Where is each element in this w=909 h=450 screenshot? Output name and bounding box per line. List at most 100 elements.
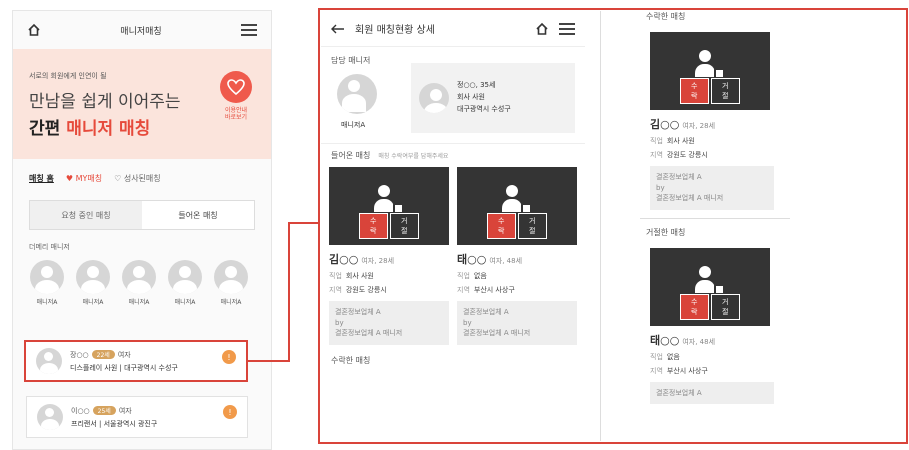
- guide-badge[interactable]: 이용안내 바로보기: [215, 71, 257, 121]
- tab-completed-label: 성사된매칭: [123, 174, 161, 183]
- back-arrow-icon[interactable]: [331, 24, 345, 34]
- manager-avatar[interactable]: 매니저A: [75, 260, 111, 306]
- segment-control: 요청 중인 매칭 들어온 매칭: [29, 200, 255, 230]
- badge-text2: 바로보기: [224, 114, 248, 122]
- loc-row: 지역 부산시 사상구: [457, 285, 577, 295]
- manager-avatar[interactable]: 매니저A: [29, 260, 65, 306]
- accept-button[interactable]: 수락: [680, 78, 709, 104]
- incoming-hint: 매칭 수락여부를 답해주세요: [378, 153, 449, 160]
- candidate-name: 김○○ 여자, 28세: [329, 251, 449, 267]
- avatar-icon: [30, 260, 64, 294]
- job-row: 직업 없음: [457, 271, 577, 281]
- home-icon[interactable]: [535, 22, 549, 36]
- segment-requesting[interactable]: 요청 중인 매칭: [30, 201, 142, 229]
- heart-icon: [220, 71, 252, 103]
- manager-avatar[interactable]: 매니저A: [167, 260, 203, 306]
- agency: 결혼정보업체 A: [656, 173, 702, 181]
- age-badge: 25세: [92, 405, 116, 415]
- candidate-name: 태○○ 여자, 48세: [650, 332, 790, 348]
- candidate-name: 태○○ 여자, 48세: [457, 251, 577, 267]
- alert-icon[interactable]: !: [223, 405, 237, 419]
- accepted-label: 수락한 매칭: [646, 12, 686, 21]
- age-badge: 22세: [91, 349, 115, 359]
- member-card[interactable]: 이○○ 25세 여자 프리랜서 | 서울광역시 광진구 !: [26, 396, 248, 438]
- left-screen: 매니저매칭 서로의 회원에게 인연이 될 만남을 쉽게 이어주는 간편 매니저 …: [12, 10, 272, 450]
- by: by: [335, 318, 344, 327]
- connector-line: [288, 222, 320, 224]
- job-row: 직업 없음: [650, 352, 790, 362]
- profile-image: 수락 거절: [650, 247, 770, 326]
- accept-button[interactable]: 수락: [487, 213, 516, 239]
- profile-image: 수락 거절: [457, 167, 577, 245]
- menu-icon[interactable]: [241, 24, 257, 36]
- member-avatar-icon: [419, 83, 449, 113]
- avatar-icon: [168, 260, 202, 294]
- by-name: 결혼정보업체 A 매니저: [335, 329, 403, 337]
- agency: 결혼정보업체 A: [335, 308, 381, 316]
- loc-value: 부산시 사상구: [666, 366, 708, 375]
- detail-header: 회원 매칭현황 상세: [321, 11, 585, 47]
- tab-my-matching-label: MY매칭: [75, 174, 103, 183]
- job-row: 직업 회사 사원: [329, 271, 449, 281]
- candidate-meta: 여자, 48세: [489, 257, 523, 265]
- avatar-name: 매니저A: [174, 299, 196, 306]
- manager-avatar-row: 매니저A 매니저A 매니저A 매니저A 매니저A: [13, 256, 271, 310]
- by-name: 결혼정보업체 A 매니저: [463, 329, 531, 337]
- accept-button[interactable]: 수락: [680, 293, 709, 320]
- job-label: 직업: [650, 137, 663, 145]
- avatar-name: 매니저A: [128, 299, 150, 306]
- section-label: 더메리 매니저: [29, 243, 70, 251]
- loc-row: 지역 강원도 강릉시: [650, 150, 790, 160]
- card-suffix: 여자: [117, 350, 131, 359]
- by: by: [463, 318, 472, 327]
- accept-button[interactable]: 수락: [359, 213, 388, 239]
- alert-icon[interactable]: !: [222, 350, 236, 364]
- connector-line: [248, 360, 290, 362]
- loc-row: 지역 부산시 사상구: [650, 366, 790, 376]
- candidate-meta: 여자, 28세: [361, 257, 395, 265]
- menu-icon[interactable]: [559, 22, 575, 35]
- manager-avatar[interactable]: 매니저A: [213, 260, 249, 306]
- tab-matching-home[interactable]: 매칭 홈: [29, 173, 54, 184]
- job-label: 직업: [329, 272, 342, 280]
- middle-screen: 회원 매칭현황 상세 담당 매니저 매니저A 정○○, 35세 회사 사원 대구…: [321, 11, 585, 441]
- card-name: 장○○: [70, 350, 89, 359]
- detail-title: 회원 매칭현황 상세: [355, 25, 435, 36]
- by: by: [656, 183, 665, 192]
- avatar-icon: [36, 348, 62, 374]
- manager-label: 담당 매니저: [331, 56, 371, 65]
- reject-button[interactable]: 거절: [390, 213, 419, 239]
- candidate-meta: 여자, 28세: [682, 122, 716, 130]
- avatar-name: 매니저A: [82, 299, 104, 306]
- member-summary[interactable]: 정○○, 35세 회사 사원 대구광역시 수성구: [411, 63, 575, 133]
- avatar-icon: [76, 260, 110, 294]
- promo-banner[interactable]: 서로의 회원에게 인연이 될 만남을 쉽게 이어주는 간편 매니저 매칭 이용안…: [13, 49, 271, 159]
- loc-value: 강원도 강릉시: [666, 151, 708, 159]
- tab-completed-matching[interactable]: ♡ 성사된매칭: [114, 173, 161, 184]
- agency: 결혼정보업체 A: [463, 308, 509, 316]
- incoming-label: 들어온 매칭: [331, 151, 371, 160]
- highlighted-member-card[interactable]: 장○○ 22세 여자 디스플레이 사원 | 대구광역시 수성구 !: [24, 340, 248, 382]
- candidate-name-text: 김○○: [329, 253, 359, 266]
- manager-block: 담당 매니저 매니저A: [331, 55, 401, 133]
- reject-button[interactable]: 거절: [518, 213, 547, 239]
- divider: [600, 11, 601, 441]
- manager-avatar[interactable]: 매니저A: [121, 260, 157, 306]
- banner-line2-highlight: 매니저 매칭: [66, 119, 151, 139]
- job-value: 회사 사원: [666, 137, 695, 145]
- tab-my-matching[interactable]: ♥ MY매칭: [66, 173, 102, 184]
- card-name: 이○○: [71, 406, 90, 415]
- manager-avatar-icon: [337, 74, 377, 114]
- segment-incoming[interactable]: 들어온 매칭: [142, 201, 254, 229]
- avatar-icon: [37, 404, 63, 430]
- home-icon[interactable]: [27, 23, 41, 37]
- reject-button[interactable]: 거절: [711, 78, 740, 104]
- card-line1: 이○○ 25세 여자: [71, 405, 157, 416]
- avatar-name: 매니저A: [36, 299, 58, 306]
- avatar-icon: [122, 260, 156, 294]
- avatar-icon: [214, 260, 248, 294]
- reject-button[interactable]: 거절: [711, 293, 740, 320]
- loc-label: 지역: [329, 286, 342, 294]
- incoming-card: 수락 거절 태○○ 여자, 48세 직업 없음 지역 부산시 사상구 결혼정보업체 A …: [457, 167, 577, 345]
- right-screen: 수락한 매칭 수락 거절 김○○ 여자, 28세 직업 회사 사원 지역 강원도 강릉시…: [640, 11, 790, 441]
